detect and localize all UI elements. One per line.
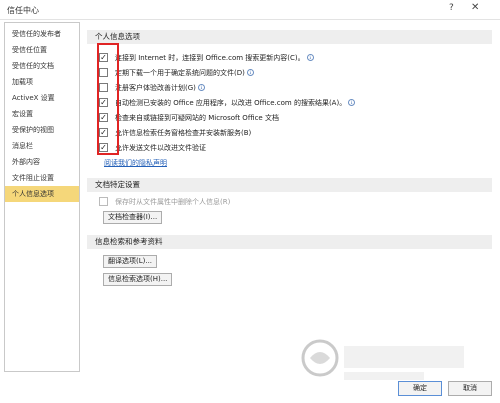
research-options-button[interactable]: 信息检索选项(H)... [103, 273, 173, 286]
sidebar-item-add-ins[interactable]: 加载项 [5, 74, 79, 90]
sidebar-item-trusted-documents[interactable]: 受信任的文档 [5, 58, 79, 74]
watermark-logo [300, 338, 470, 386]
option-label: 注册客户体验改善计划(G) [115, 84, 196, 92]
sidebar: 受信任的发布者 受信任位置 受信任的文档 加载项 ActiveX 设置 宏设置 … [4, 22, 80, 372]
watermark-graphic [301, 339, 464, 380]
ok-button[interactable]: 确定 [398, 381, 442, 396]
help-icon[interactable]: ? [449, 3, 454, 13]
sidebar-item-message-bar[interactable]: 消息栏 [5, 138, 79, 154]
option-label: 定期下载一个用于确定系统问题的文件(D) [115, 69, 245, 77]
sidebar-item-external-content[interactable]: 外部内容 [5, 154, 79, 170]
info-icon: i [197, 84, 205, 91]
option-label: 保存时从文件属性中删除个人信息(R) [115, 198, 231, 206]
info-icon: i [246, 69, 254, 76]
sidebar-item-activex-settings[interactable]: ActiveX 设置 [5, 90, 79, 106]
option-label: 允许发送文件以改进文件验证 [115, 144, 206, 152]
info-icon: i [306, 54, 314, 61]
doc-specific-section-header: 文档特定设置 [87, 178, 492, 192]
option-label: 连接到 Internet 时，连接到 Office.com 搜索更新内容(C)。 [115, 54, 305, 62]
sidebar-item-protected-view[interactable]: 受保护的视图 [5, 122, 79, 138]
settings-panel: 个人信息选项 ✓ 连接到 Internet 时，连接到 Office.com 搜… [87, 22, 492, 372]
sidebar-item-privacy-options[interactable]: 个人信息选项 [5, 186, 79, 202]
sidebar-item-trusted-publishers[interactable]: 受信任的发布者 [5, 26, 79, 42]
sidebar-item-macro-settings[interactable]: 宏设置 [5, 106, 79, 122]
highlight-box [97, 43, 119, 155]
research-section-header: 信息检索和参考资料 [87, 235, 492, 249]
checkbox[interactable] [99, 197, 108, 206]
option-label: 检查来自或链接到可疑网站的 Microsoft Office 文档 [115, 114, 279, 122]
sidebar-item-file-block-settings[interactable]: 文件阻止设置 [5, 170, 79, 186]
cancel-button[interactable]: 取消 [448, 381, 492, 396]
info-icon: i [348, 99, 356, 106]
sidebar-item-trusted-locations[interactable]: 受信任位置 [5, 42, 79, 58]
privacy-section-header: 个人信息选项 [87, 30, 492, 44]
close-icon[interactable]: ✕ [471, 2, 479, 13]
title-bar: 信任中心 ? ✕ [0, 0, 500, 20]
option-label: 允许信息检索任务窗格检查并安装新服务(B) [115, 129, 252, 137]
document-inspector-button[interactable]: 文档检查器(I)... [103, 211, 163, 224]
translation-options-button[interactable]: 翻译选项(L)... [103, 255, 158, 268]
option-label: 自动检测已安装的 Office 应用程序，以改进 Office.com 的搜索结… [115, 99, 347, 107]
privacy-statement-link[interactable]: 阅读我们的隐私声明 [104, 158, 167, 168]
window-title: 信任中心 [7, 6, 39, 15]
